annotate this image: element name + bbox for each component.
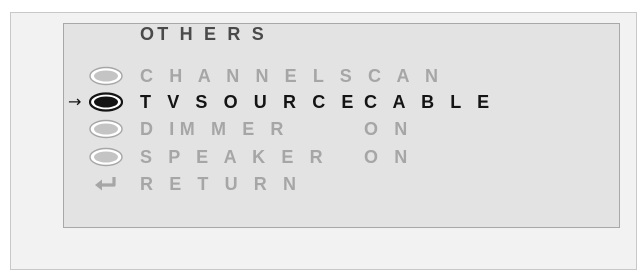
oval-icon: [89, 92, 123, 112]
menu-item-return[interactable]: R E T U R N: [68, 172, 608, 196]
menu-item-label: S P E A K E R: [140, 147, 329, 167]
menu-item-label: C H A N N E L S C A N: [140, 66, 444, 86]
oval-icon: [89, 119, 123, 139]
menu-item-label: T V S O U R C E: [140, 92, 360, 112]
menu-item-label: D IM M E R: [140, 119, 289, 139]
menu-item-dimmer[interactable]: D IM M E R O N: [68, 117, 608, 141]
return-arrow-icon: [95, 177, 116, 191]
selection-arrow-icon: →: [68, 92, 82, 111]
menu-item-speaker[interactable]: S P E A K E R O N: [68, 145, 608, 169]
menu-item-value: C A B L E: [364, 92, 495, 112]
oval-icon: [89, 66, 123, 86]
menu-item-channel-scan[interactable]: C H A N N E L S C A N: [68, 64, 608, 88]
menu-title: OT H E R S: [140, 24, 268, 44]
menu-item-value: O N: [364, 119, 413, 139]
menu-item-value: O N: [364, 147, 413, 167]
menu-item-label: R E T U R N: [140, 174, 302, 194]
oval-icon: [89, 147, 123, 167]
menu-item-tv-source[interactable]: → T V S O U R C E C A B L E: [68, 90, 608, 114]
